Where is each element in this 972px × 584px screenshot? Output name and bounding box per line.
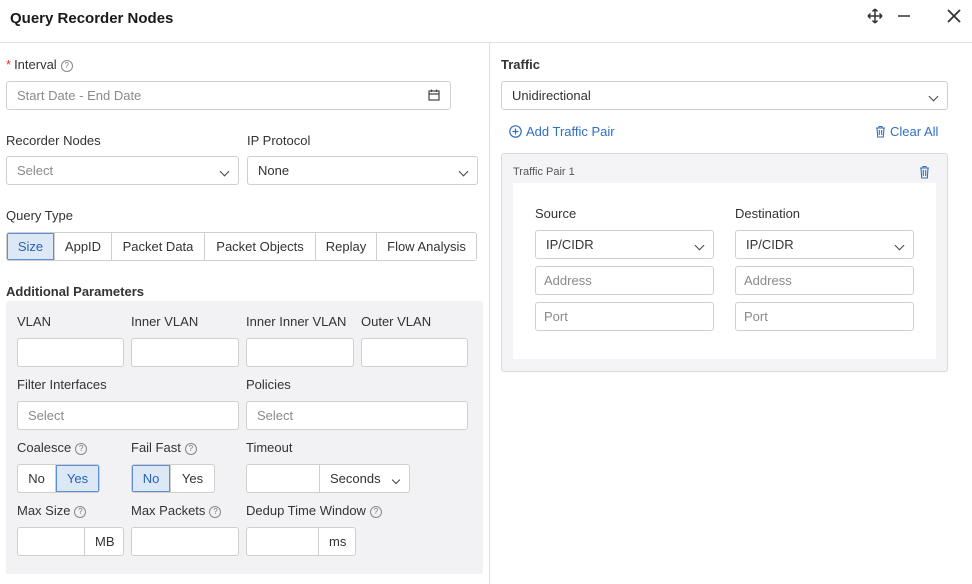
interval-label: * Interval? — [6, 57, 73, 72]
recorder-nodes-label: Recorder Nodes — [6, 133, 101, 148]
dedup-time-window-label: Dedup Time Window? — [246, 503, 382, 518]
max-size-label: Max Size? — [17, 503, 87, 518]
fail-fast-label: Fail Fast? — [131, 440, 197, 455]
traffic-label: Traffic — [501, 57, 541, 72]
timeout-unit-select[interactable]: Seconds — [319, 464, 410, 493]
outer-vlan-label: Outer VLAN — [361, 314, 432, 329]
coalesce-toggle: No Yes — [17, 464, 100, 493]
panel-divider — [489, 43, 490, 584]
timeout-label: Timeout — [246, 440, 293, 455]
destination-label: Destination — [735, 206, 801, 221]
inner-vlan-input[interactable] — [131, 338, 239, 367]
timeout-input[interactable] — [246, 464, 320, 493]
additional-parameters-heading: Additional Parameters — [6, 284, 144, 299]
interval-date-range-input[interactable]: Start Date - End Date — [6, 81, 451, 110]
query-type-label: Query Type — [6, 208, 73, 223]
chevron-down-icon — [894, 231, 905, 258]
help-icon[interactable]: ? — [184, 442, 197, 455]
plus-circle-icon — [509, 125, 522, 141]
query-type-segmented: Size AppID Packet Data Packet Objects Re… — [6, 232, 477, 261]
help-icon[interactable]: ? — [60, 59, 73, 72]
vlan-input[interactable] — [17, 338, 124, 367]
policies-select[interactable]: Select — [246, 401, 468, 430]
coalesce-no[interactable]: No — [18, 465, 57, 492]
filter-interfaces-label: Filter Interfaces — [17, 377, 107, 392]
max-packets-label: Max Packets? — [131, 503, 222, 518]
help-icon[interactable]: ? — [75, 442, 88, 455]
ip-protocol-select[interactable]: None — [247, 156, 478, 185]
chevron-down-icon — [219, 157, 230, 184]
fail-fast-yes[interactable]: Yes — [171, 465, 214, 492]
required-marker: * — [6, 57, 12, 72]
close-icon[interactable] — [946, 8, 962, 27]
destination-type-select[interactable]: IP/CIDR — [735, 230, 914, 259]
max-packets-input[interactable] — [131, 527, 239, 556]
query-type-packet-objects[interactable]: Packet Objects — [205, 233, 316, 260]
help-icon[interactable]: ? — [74, 505, 87, 518]
chevron-down-icon — [391, 465, 401, 492]
ip-protocol-label: IP Protocol — [247, 133, 311, 148]
chevron-down-icon — [928, 82, 939, 109]
max-size-unit: MB — [84, 527, 124, 556]
query-type-packet-data[interactable]: Packet Data — [112, 233, 205, 260]
move-icon[interactable] — [867, 8, 883, 27]
dedup-time-window-input[interactable] — [246, 527, 319, 556]
inner-vlan-label: Inner VLAN — [131, 314, 199, 329]
policies-label: Policies — [246, 377, 291, 392]
destination-port-input[interactable]: Port — [735, 302, 914, 331]
minimize-icon[interactable] — [897, 8, 911, 27]
query-type-size[interactable]: Size — [7, 233, 55, 260]
source-port-input[interactable]: Port — [535, 302, 714, 331]
source-address-input[interactable]: Address — [535, 266, 714, 295]
source-type-select[interactable]: IP/CIDR — [535, 230, 714, 259]
source-label: Source — [535, 206, 577, 221]
query-type-appid[interactable]: AppID — [55, 233, 112, 260]
chevron-down-icon — [458, 157, 469, 184]
help-icon[interactable]: ? — [369, 505, 382, 518]
outer-vlan-input[interactable] — [361, 338, 468, 367]
add-traffic-pair-button[interactable]: Add Traffic Pair — [509, 124, 615, 141]
chevron-down-icon — [694, 231, 705, 258]
fail-fast-toggle: No Yes — [131, 464, 215, 493]
query-type-flow-analysis[interactable]: Flow Analysis — [377, 233, 476, 260]
dialog-header: Query Recorder Nodes — [0, 0, 972, 43]
vlan-label: VLAN — [17, 314, 51, 329]
destination-address-input[interactable]: Address — [735, 266, 914, 295]
dedup-time-window-unit: ms — [318, 527, 356, 556]
fail-fast-no[interactable]: No — [132, 465, 172, 492]
inner-inner-vlan-input[interactable] — [246, 338, 354, 367]
trash-icon — [875, 125, 886, 141]
traffic-pair-title: Traffic Pair 1 — [513, 166, 575, 178]
max-size-input[interactable] — [17, 527, 85, 556]
coalesce-label: Coalesce? — [17, 440, 88, 455]
traffic-direction-select[interactable]: Unidirectional — [501, 81, 948, 110]
coalesce-yes[interactable]: Yes — [56, 465, 99, 492]
calendar-icon[interactable] — [428, 82, 440, 109]
delete-pair-trash-icon[interactable] — [919, 165, 930, 182]
help-icon[interactable]: ? — [209, 505, 222, 518]
filter-interfaces-select[interactable]: Select — [17, 401, 239, 430]
recorder-nodes-select[interactable]: Select — [6, 156, 239, 185]
clear-all-button[interactable]: Clear All — [875, 124, 938, 141]
dialog-title: Query Recorder Nodes — [10, 10, 174, 27]
inner-inner-vlan-label: Inner Inner VLAN — [246, 314, 347, 329]
query-type-replay[interactable]: Replay — [316, 233, 377, 260]
